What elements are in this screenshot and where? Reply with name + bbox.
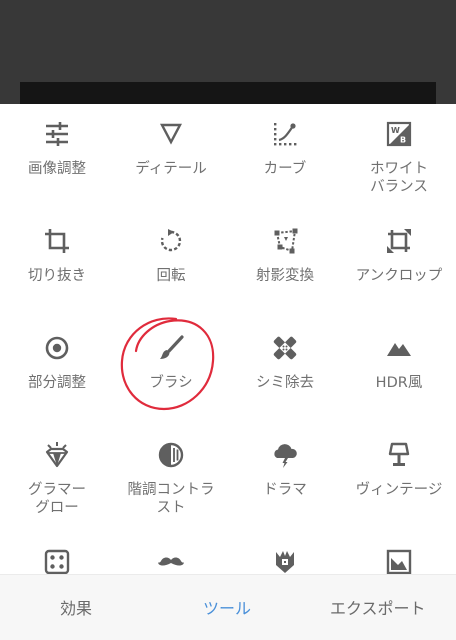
- frames-icon: [379, 546, 419, 574]
- perspective-icon: [265, 225, 305, 257]
- tool-details[interactable]: ディテール: [114, 104, 228, 211]
- tool-label: シミ除去: [256, 375, 314, 391]
- drama-cloud-icon: [265, 439, 305, 471]
- glamour-diamond-icon: [37, 439, 77, 471]
- tool-expand[interactable]: アンクロップ: [342, 211, 456, 318]
- tool-vintage[interactable]: ヴィンテージ: [342, 425, 456, 532]
- curves-icon: [265, 118, 305, 150]
- tool-label: アンクロップ: [355, 268, 443, 284]
- white-balance-icon: W B: [379, 118, 419, 150]
- tool-perspective[interactable]: 射影変換: [228, 211, 342, 318]
- tool-tonal-contrast[interactable]: 階調コントラ スト: [114, 425, 228, 532]
- rotate-icon: [151, 225, 191, 257]
- tab-tools[interactable]: ツール: [203, 599, 251, 619]
- tool-selective[interactable]: 部分調整: [0, 318, 114, 425]
- vintage-lamp-icon: [379, 439, 419, 471]
- tab-export[interactable]: エクスポート: [330, 599, 426, 619]
- crop-icon: [37, 225, 77, 257]
- tune-sliders-icon: [37, 118, 77, 150]
- tool-label: 切り抜き: [28, 268, 86, 284]
- expand-icon: [379, 225, 419, 257]
- grunge-guitar-icon: [265, 546, 305, 574]
- tool-grid: 画像調整 ディテール カーブ W B ホワイト バランス 切り抜き 回転 射影変…: [0, 104, 456, 574]
- tool-curves[interactable]: カーブ: [228, 104, 342, 211]
- tool-grainy-film[interactable]: [0, 532, 114, 574]
- grainy-film-dice-icon: [37, 546, 77, 574]
- brush-icon: [151, 332, 191, 364]
- svg-text:W: W: [391, 126, 400, 135]
- bottom-tab-bar: 効果 ツール エクスポート: [0, 574, 456, 640]
- tools-panel: 画像調整 ディテール カーブ W B ホワイト バランス 切り抜き 回転 射影変…: [0, 104, 456, 574]
- tool-label: 階調コントラ スト: [127, 482, 215, 516]
- tool-label: 射影変換: [256, 268, 314, 284]
- tool-label: カーブ: [263, 161, 307, 177]
- tool-label: ブラシ: [149, 375, 193, 391]
- photo-image: [20, 82, 436, 104]
- tool-label: 回転: [156, 268, 186, 284]
- healing-bandage-icon: [265, 332, 305, 364]
- tool-brush[interactable]: ブラシ: [114, 318, 228, 425]
- photo-preview: [0, 0, 456, 104]
- tool-white-balance[interactable]: W B ホワイト バランス: [342, 104, 456, 211]
- hdr-mountains-icon: [379, 332, 419, 364]
- tool-retrolux[interactable]: [114, 532, 228, 574]
- tool-crop[interactable]: 切り抜き: [0, 211, 114, 318]
- tool-label: HDR風: [375, 375, 423, 391]
- tool-hdr[interactable]: HDR風: [342, 318, 456, 425]
- tool-rotate[interactable]: 回転: [114, 211, 228, 318]
- tool-label: ドラマ: [263, 482, 307, 498]
- tool-label: 部分調整: [28, 375, 86, 391]
- snapseed-tools-screen: 画像調整 ディテール カーブ W B ホワイト バランス 切り抜き 回転 射影変…: [0, 0, 456, 640]
- tool-glamour-glow[interactable]: グラマー グロー: [0, 425, 114, 532]
- tool-label: ヴィンテージ: [355, 482, 443, 498]
- tab-effects[interactable]: 効果: [60, 599, 92, 619]
- tool-label: 画像調整: [28, 161, 86, 177]
- details-triangle-icon: [151, 118, 191, 150]
- tool-grunge[interactable]: [228, 532, 342, 574]
- svg-text:B: B: [400, 136, 406, 145]
- tool-label: ディテール: [135, 161, 207, 177]
- tool-drama[interactable]: ドラマ: [228, 425, 342, 532]
- tonal-contrast-icon: [151, 439, 191, 471]
- tool-tune-image[interactable]: 画像調整: [0, 104, 114, 211]
- tool-label: グラマー グロー: [28, 482, 86, 516]
- tool-healing[interactable]: シミ除去: [228, 318, 342, 425]
- tool-frames[interactable]: [342, 532, 456, 574]
- tool-label: ホワイト バランス: [370, 161, 428, 195]
- mustache-icon: [151, 546, 191, 574]
- selective-target-icon: [37, 332, 77, 364]
